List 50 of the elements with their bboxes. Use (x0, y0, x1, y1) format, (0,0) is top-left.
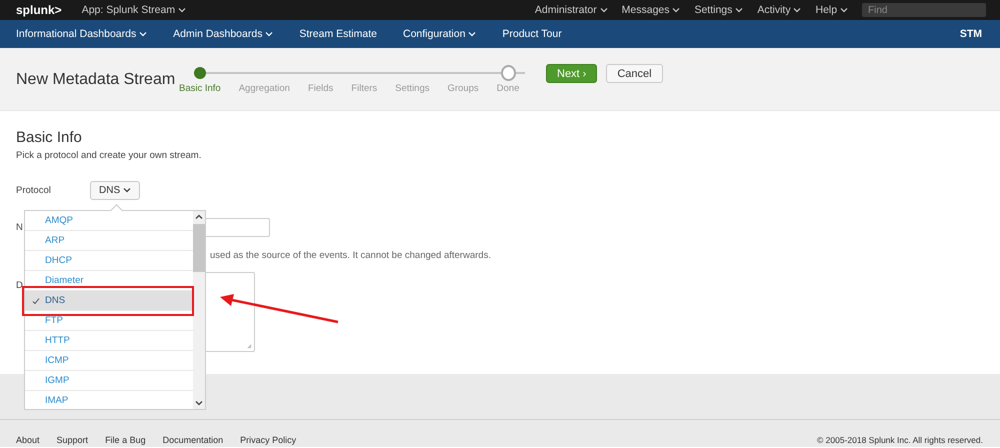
step-dot (500, 64, 516, 80)
dropdown-item[interactable]: FTP (25, 311, 193, 331)
caret-icon (122, 187, 131, 194)
help-text: used as the source of the events. It cannot be changed afterwards. (210, 250, 491, 261)
scrollbar-thumb[interactable] (193, 224, 205, 272)
top-menu[interactable]: Messages (622, 4, 680, 16)
top-menu[interactable]: Help (815, 4, 848, 16)
app-menu[interactable]: App: Splunk Stream (82, 4, 186, 16)
footer-link[interactable]: Documentation (162, 435, 224, 445)
caret-icon (139, 31, 148, 38)
scroll-up-icon[interactable] (195, 214, 203, 220)
field-label: Protocol (16, 185, 52, 196)
caret-icon (600, 7, 608, 14)
field-label: N (16, 222, 24, 233)
search-field[interactable]: Find (862, 3, 986, 17)
nav-menu[interactable]: Stream Estimate (299, 28, 377, 40)
caret-icon (672, 7, 680, 14)
field-label: D (16, 280, 24, 291)
section-subtitle: Pick a protocol and create your own stream. (16, 150, 202, 161)
caret-icon (178, 7, 186, 14)
check-icon (32, 296, 40, 304)
nav-menu[interactable]: Configuration (402, 28, 476, 40)
caret-icon (468, 31, 476, 38)
caret-icon (265, 31, 274, 38)
footer-link[interactable]: Support (56, 435, 88, 445)
top-menu[interactable]: Activity (757, 4, 802, 16)
section-title: Basic Info (16, 129, 83, 146)
cancel-button[interactable]: Cancel (606, 64, 663, 83)
step-label[interactable]: Basic Info (174, 83, 226, 94)
resize-grip-icon[interactable] (247, 344, 252, 349)
dropdown-item[interactable]: DNS (25, 291, 193, 311)
caret-icon (840, 7, 848, 14)
nav-menu[interactable]: Product Tour (502, 28, 562, 40)
scrollbar[interactable] (193, 211, 205, 409)
copyright-text: © 2005-2018 Splunk Inc. All rights reserved. (817, 435, 983, 445)
protocol-select[interactable]: DNS (90, 181, 140, 200)
next-button[interactable]: Next › (546, 64, 598, 83)
top-menu[interactable]: Administrator (534, 4, 608, 16)
footer-link[interactable]: About (16, 435, 40, 445)
footer-link[interactable]: Privacy Policy (240, 435, 296, 445)
nav-menu[interactable]: Admin Dashboards (173, 28, 274, 40)
top-menu[interactable]: Settings (694, 4, 744, 16)
nav-menu[interactable]: Informational Dashboards (16, 28, 148, 40)
footer-link[interactable]: File a Bug (105, 435, 146, 445)
page-title: New Metadata Stream (16, 70, 174, 90)
caret-icon (735, 7, 744, 14)
caret-icon (793, 7, 802, 14)
app-label: STM (960, 28, 982, 40)
scroll-down-icon[interactable] (195, 400, 203, 406)
splunk-logo[interactable]: splunk> (16, 3, 62, 17)
